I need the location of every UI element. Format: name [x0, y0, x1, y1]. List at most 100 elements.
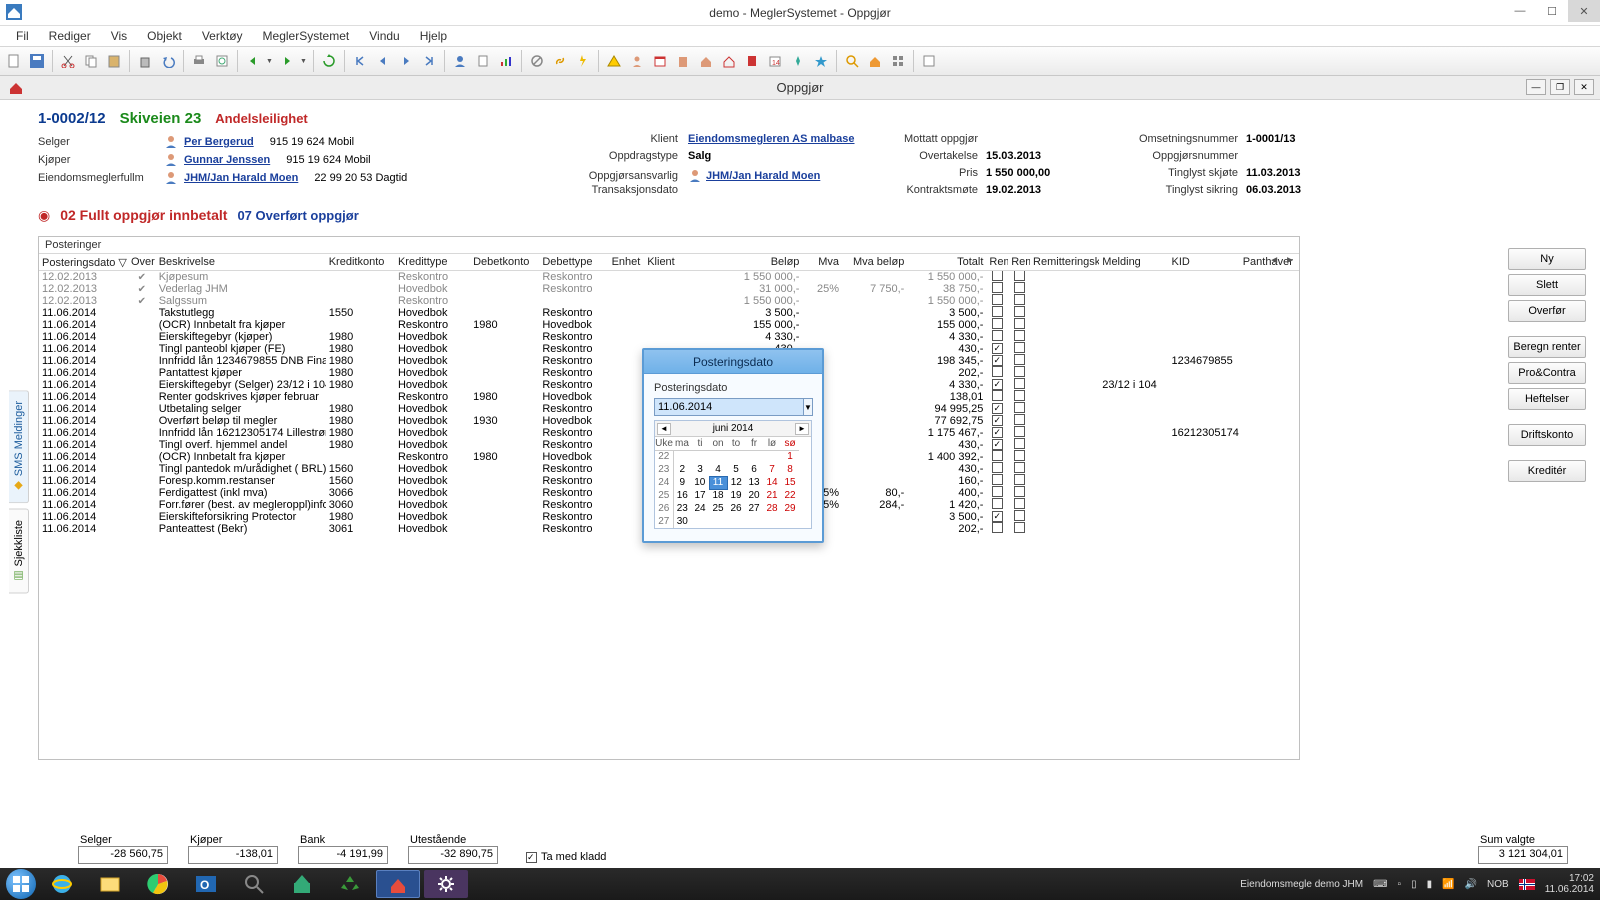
bolt-icon[interactable]: [573, 51, 593, 71]
prev-icon[interactable]: [373, 51, 393, 71]
rem1-checkbox[interactable]: [992, 474, 1003, 485]
battery-icon[interactable]: ▮: [1427, 879, 1433, 890]
refresh-icon[interactable]: [319, 51, 339, 71]
rem2-checkbox[interactable]: [1014, 330, 1025, 341]
chart-icon[interactable]: [496, 51, 516, 71]
fullm-link[interactable]: JHM/Jan Harald Moen: [184, 172, 298, 184]
rem2-checkbox[interactable]: [1014, 522, 1025, 533]
prev-month-icon[interactable]: ◄: [657, 423, 671, 435]
window-icon[interactable]: [919, 51, 939, 71]
rem2-checkbox[interactable]: [1014, 438, 1025, 449]
rem2-checkbox[interactable]: [1014, 282, 1025, 293]
rem2-checkbox[interactable]: [1014, 474, 1025, 485]
rem2-checkbox[interactable]: [1014, 414, 1025, 425]
grid-icon[interactable]: [888, 51, 908, 71]
network-icon[interactable]: 📶: [1442, 879, 1454, 890]
doc-restore-button[interactable]: ❐: [1550, 79, 1570, 95]
maximize-button[interactable]: ☐: [1536, 0, 1568, 22]
person-icon[interactable]: [450, 51, 470, 71]
forward-dropdown-icon[interactable]: ▼: [300, 58, 308, 65]
menu-fil[interactable]: Fil: [8, 27, 37, 45]
calendar-day[interactable]: 18: [709, 489, 727, 502]
overfor-button[interactable]: Overfør: [1508, 300, 1586, 322]
rem2-checkbox[interactable]: [1014, 342, 1025, 353]
calendar-day[interactable]: 9: [673, 476, 691, 489]
first-icon[interactable]: [350, 51, 370, 71]
tray-icon-1[interactable]: ▫: [1398, 879, 1402, 890]
paste-icon[interactable]: [104, 51, 124, 71]
calendar-day[interactable]: 15: [781, 476, 799, 489]
calendar-day[interactable]: 12: [727, 476, 745, 489]
rem1-checkbox[interactable]: [992, 270, 1003, 281]
calendar-day[interactable]: 3: [691, 463, 709, 476]
pin-icon[interactable]: [788, 51, 808, 71]
rem1-checkbox[interactable]: [992, 330, 1003, 341]
calendar-day[interactable]: [691, 450, 709, 463]
th-kid[interactable]: KID: [1169, 256, 1240, 268]
th-over[interactable]: Over: [128, 256, 156, 268]
rem2-checkbox[interactable]: [1014, 318, 1025, 329]
th-kreditkonto[interactable]: Kreditkonto: [326, 256, 395, 268]
calendar-day[interactable]: [727, 450, 745, 463]
calendar-day[interactable]: 23: [673, 502, 691, 515]
user-icon[interactable]: [627, 51, 647, 71]
rem1-checkbox[interactable]: [992, 282, 1003, 293]
menu-vindu[interactable]: Vindu: [361, 27, 407, 45]
calendar-day[interactable]: 6: [745, 463, 763, 476]
chrome-icon[interactable]: [136, 870, 180, 898]
table-row[interactable]: 12.02.2013✔SalgssumReskontro1 550 000,-1…: [39, 295, 1299, 307]
procontra-button[interactable]: Pro&Contra: [1508, 362, 1586, 384]
th-melding[interactable]: Melding: [1099, 256, 1168, 268]
calendar-day[interactable]: 21: [763, 489, 781, 502]
beregn-renter-button[interactable]: Beregn renter: [1508, 336, 1586, 358]
calendar-day[interactable]: 11: [709, 476, 727, 489]
th-mvabelop[interactable]: Mva beløp: [842, 256, 907, 268]
menu-verktoy[interactable]: Verktøy: [194, 27, 251, 45]
scroll-left-icon[interactable]: ◄: [1269, 255, 1279, 266]
calendar-day[interactable]: 29: [781, 502, 799, 515]
rem1-checkbox[interactable]: [992, 462, 1003, 473]
app1-icon[interactable]: [280, 870, 324, 898]
calendar-day[interactable]: [709, 515, 727, 528]
calendar-day[interactable]: [763, 515, 781, 528]
doc-min-button[interactable]: —: [1526, 79, 1546, 95]
calendar-day[interactable]: 20: [745, 489, 763, 502]
sidetab-sjekkliste[interactable]: ▤ Sjekkliste: [9, 509, 29, 594]
house-icon[interactable]: [696, 51, 716, 71]
calendar-day[interactable]: 28: [763, 502, 781, 515]
calendar-day[interactable]: 13: [745, 476, 763, 489]
rem1-checkbox[interactable]: [992, 498, 1003, 509]
last-icon[interactable]: [419, 51, 439, 71]
calendar-day[interactable]: 30: [673, 515, 691, 528]
th-beskrivelse[interactable]: Beskrivelse: [156, 256, 326, 268]
calendar-day[interactable]: 5: [727, 463, 745, 476]
outlook-icon[interactable]: O: [184, 870, 228, 898]
undo-icon[interactable]: [158, 51, 178, 71]
th-remkod[interactable]: Remitteringskod: [1030, 256, 1099, 268]
calendar-day[interactable]: [709, 450, 727, 463]
rem2-checkbox[interactable]: [1014, 306, 1025, 317]
save-icon[interactable]: [27, 51, 47, 71]
calendar-day[interactable]: [745, 515, 763, 528]
slett-button[interactable]: Slett: [1508, 274, 1586, 296]
calendar-day[interactable]: 19: [727, 489, 745, 502]
dropdown-icon[interactable]: ▼: [804, 398, 813, 416]
calendar-icon[interactable]: [650, 51, 670, 71]
rem2-checkbox[interactable]: [1014, 378, 1025, 389]
calendar-day[interactable]: 7: [763, 463, 781, 476]
rem1-checkbox[interactable]: [992, 390, 1003, 401]
rem2-checkbox[interactable]: [1014, 390, 1025, 401]
th-kredittype[interactable]: Kredittype: [395, 256, 470, 268]
kjoper-link[interactable]: Gunnar Jenssen: [184, 154, 270, 166]
calendar-day[interactable]: 27: [745, 502, 763, 515]
rem2-checkbox[interactable]: [1014, 270, 1025, 281]
volume-icon[interactable]: 🔊: [1465, 879, 1477, 890]
house3-icon[interactable]: [865, 51, 885, 71]
back-dropdown-icon[interactable]: ▼: [266, 58, 274, 65]
rem1-checkbox[interactable]: [992, 415, 1003, 426]
table-row[interactable]: 11.06.2014Takstutlegg1550HovedbokReskont…: [39, 307, 1299, 319]
th-debettype[interactable]: Debettype: [539, 256, 608, 268]
th-belop[interactable]: Beløp: [723, 256, 802, 268]
copy-icon[interactable]: [81, 51, 101, 71]
calendar-day[interactable]: [727, 515, 745, 528]
